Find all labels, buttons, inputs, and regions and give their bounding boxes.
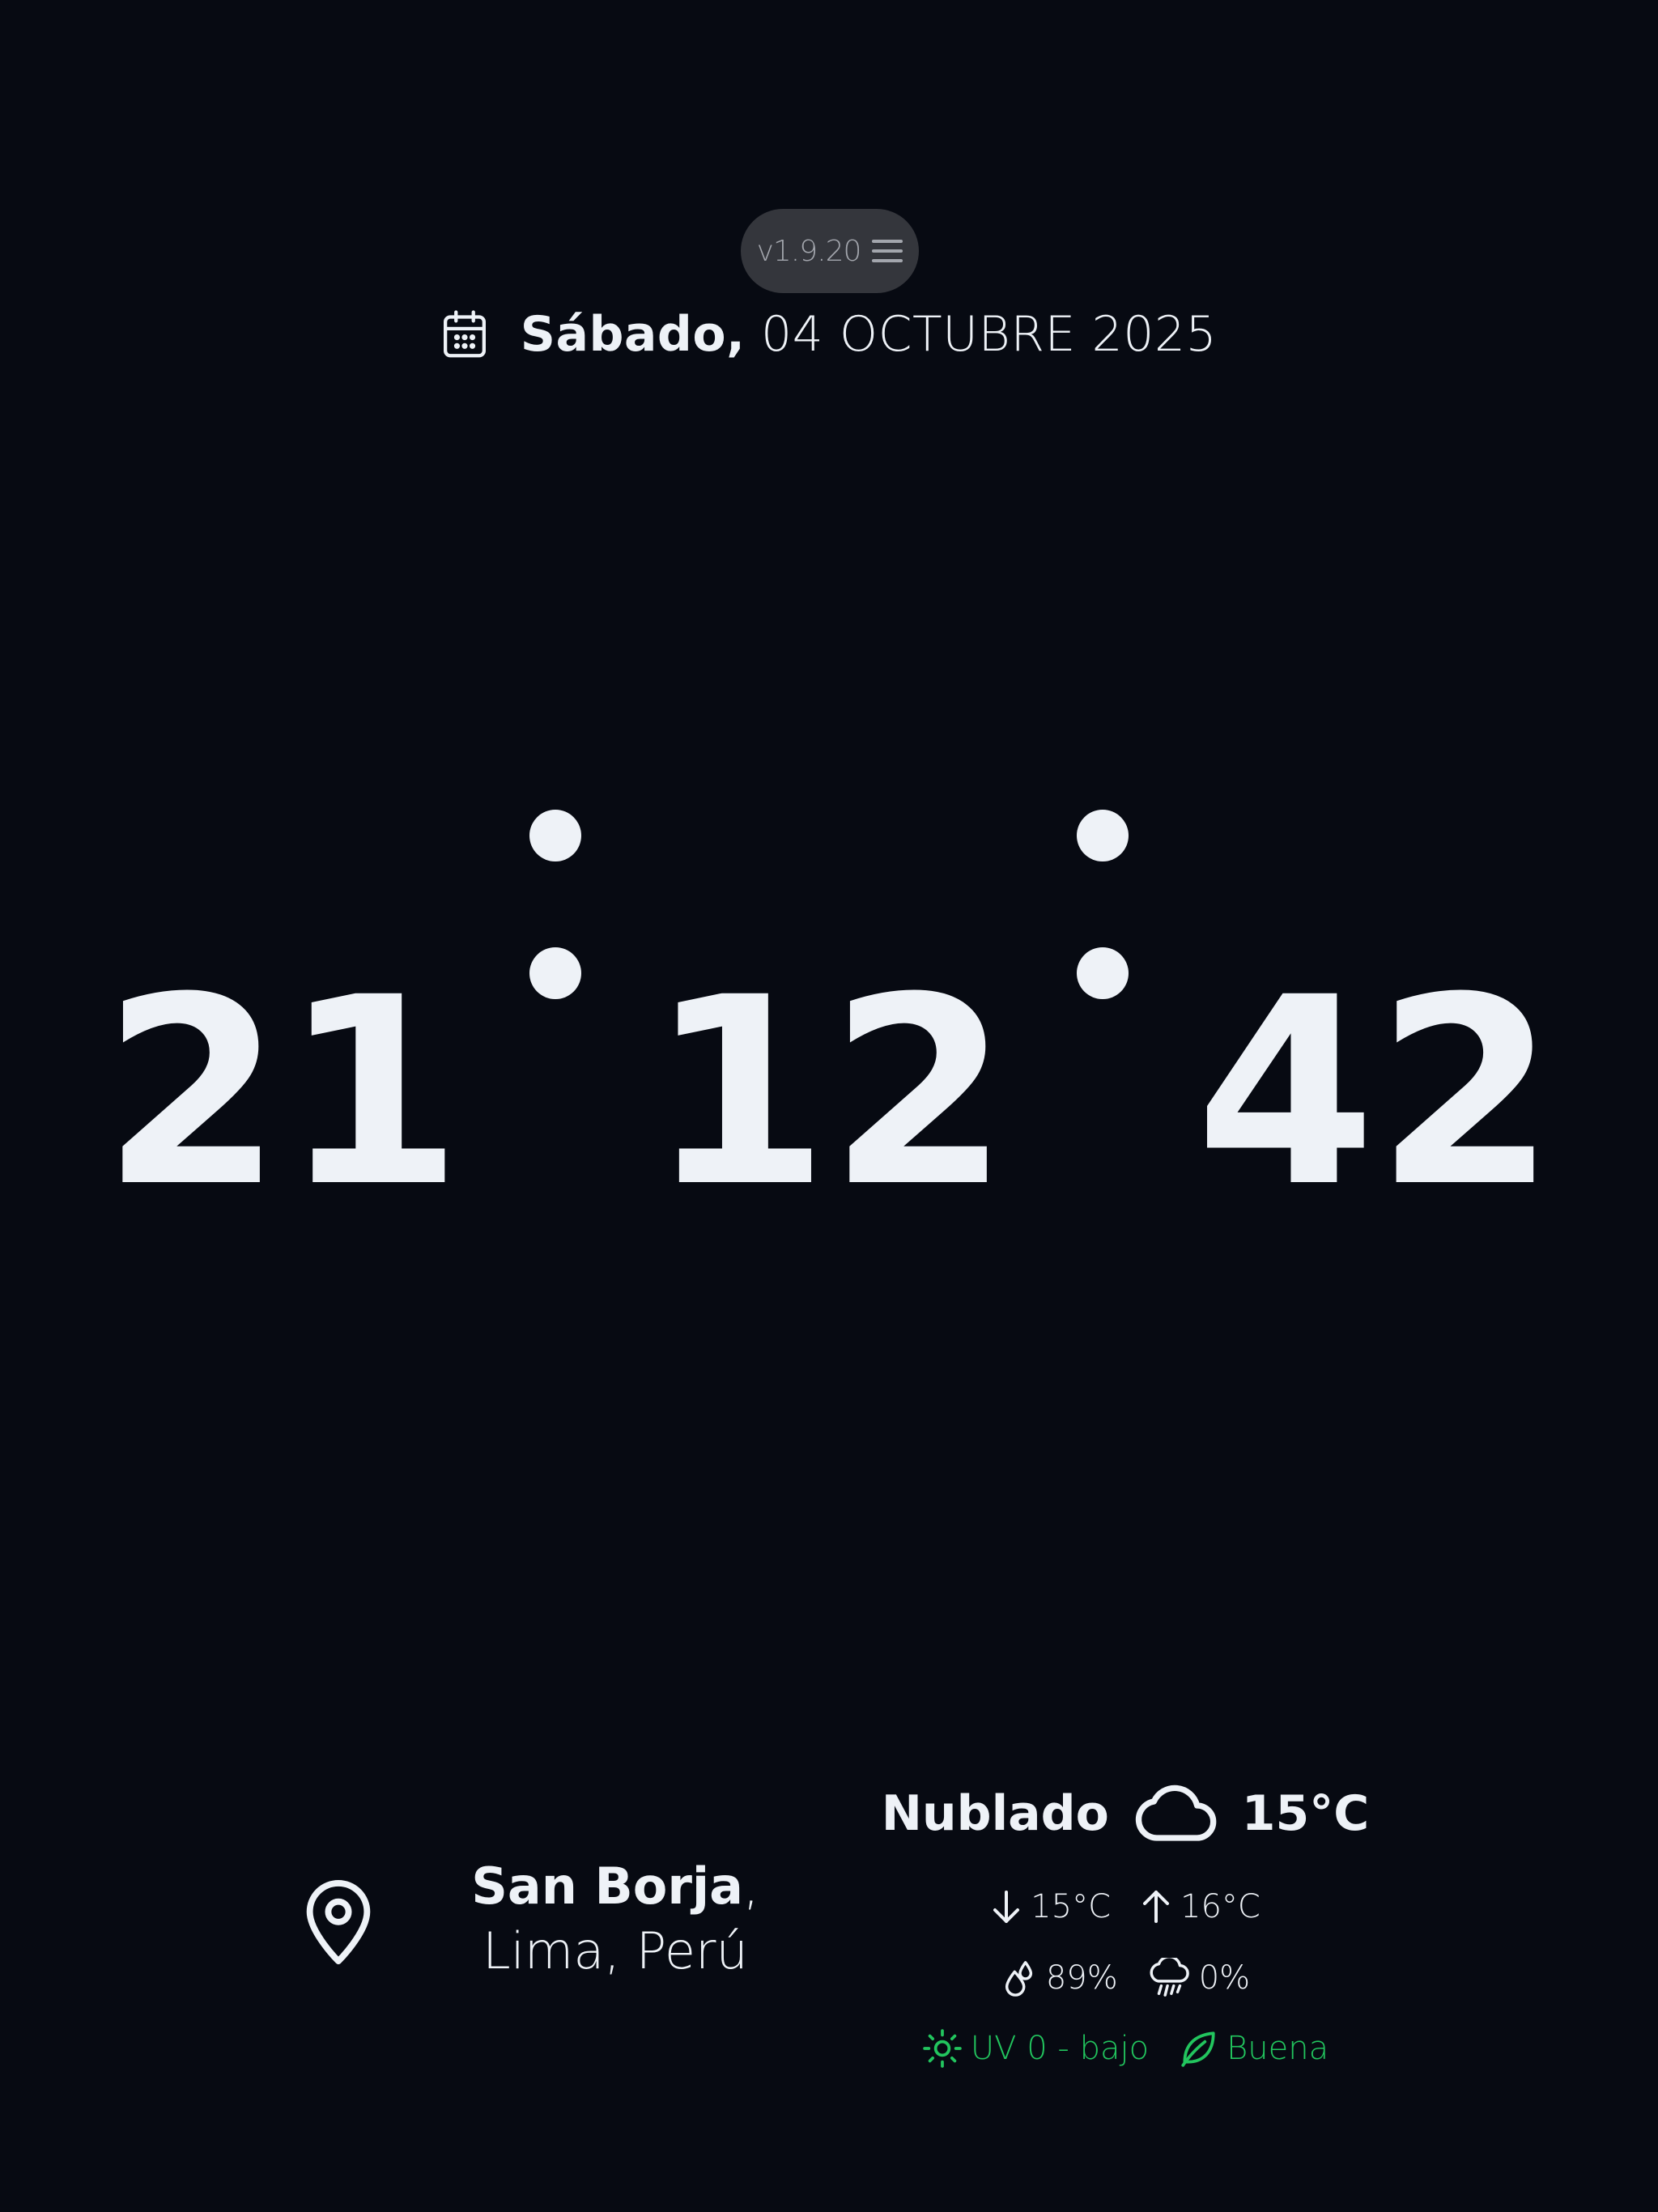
uv-index: UV 0 - bajo <box>922 2028 1149 2069</box>
weather-condition: Nublado <box>881 1785 1109 1842</box>
menu-icon <box>872 239 903 263</box>
clock-hours: 21 <box>102 942 463 1244</box>
rain-chance: 0% <box>1147 1958 1250 1998</box>
weather-summary: Nublado 15°C <box>881 1773 1370 1854</box>
humidity: 89% <box>1001 1958 1118 1998</box>
location-pin-icon <box>300 1878 377 1967</box>
uv-value: UV 0 - bajo <box>970 2030 1150 2067</box>
max-temp: 16°C <box>1140 1888 1261 1925</box>
calendar-icon <box>441 309 488 359</box>
max-temp-value: 16°C <box>1180 1888 1261 1925</box>
clock: 21 12 42 <box>0 810 1658 1244</box>
sun-icon <box>922 2028 963 2069</box>
version-label: v1.9.20 <box>756 234 862 268</box>
clock-minutes: 12 <box>648 942 1010 1244</box>
weather-uv-row: UV 0 - bajo Buena <box>882 2024 1368 2073</box>
date-full: 04 OCTUBRE 2025 <box>745 306 1218 363</box>
humidity-value: 89% <box>1045 1959 1118 1997</box>
weather-temperature: 15°C <box>1241 1785 1370 1842</box>
rain-chance-value: 0% <box>1198 1959 1251 1997</box>
leaf-icon <box>1178 2028 1218 2069</box>
arrow-up-icon <box>1140 1889 1172 1925</box>
air-quality: Buena <box>1178 2028 1329 2069</box>
date-row: Sábado, 04 OCTUBRE 2025 <box>0 298 1658 371</box>
clock-separator <box>462 810 648 1223</box>
clock-separator <box>1010 810 1196 1223</box>
weather-humidity-row: 89% 0% <box>882 1954 1368 2002</box>
clock-seconds: 42 <box>1195 942 1556 1244</box>
air-quality-value: Buena <box>1226 2030 1329 2067</box>
droplets-icon <box>1001 1958 1038 1998</box>
weather-minmax-row: 15°C 16°C <box>882 1882 1368 1931</box>
version-menu-button[interactable]: v1.9.20 <box>741 209 919 293</box>
cloud-rain-icon <box>1147 1958 1191 1998</box>
location-text: San Borja, Lima, Perú <box>405 1854 826 1984</box>
location-city: San Borja <box>471 1857 743 1916</box>
cloud-icon <box>1132 1781 1219 1846</box>
min-temp: 15°C <box>990 1888 1111 1925</box>
min-temp-value: 15°C <box>1031 1888 1111 1925</box>
date-text: Sábado, 04 OCTUBRE 2025 <box>521 306 1217 363</box>
date-weekday: Sábado, <box>520 306 746 363</box>
arrow-down-icon <box>990 1889 1022 1925</box>
